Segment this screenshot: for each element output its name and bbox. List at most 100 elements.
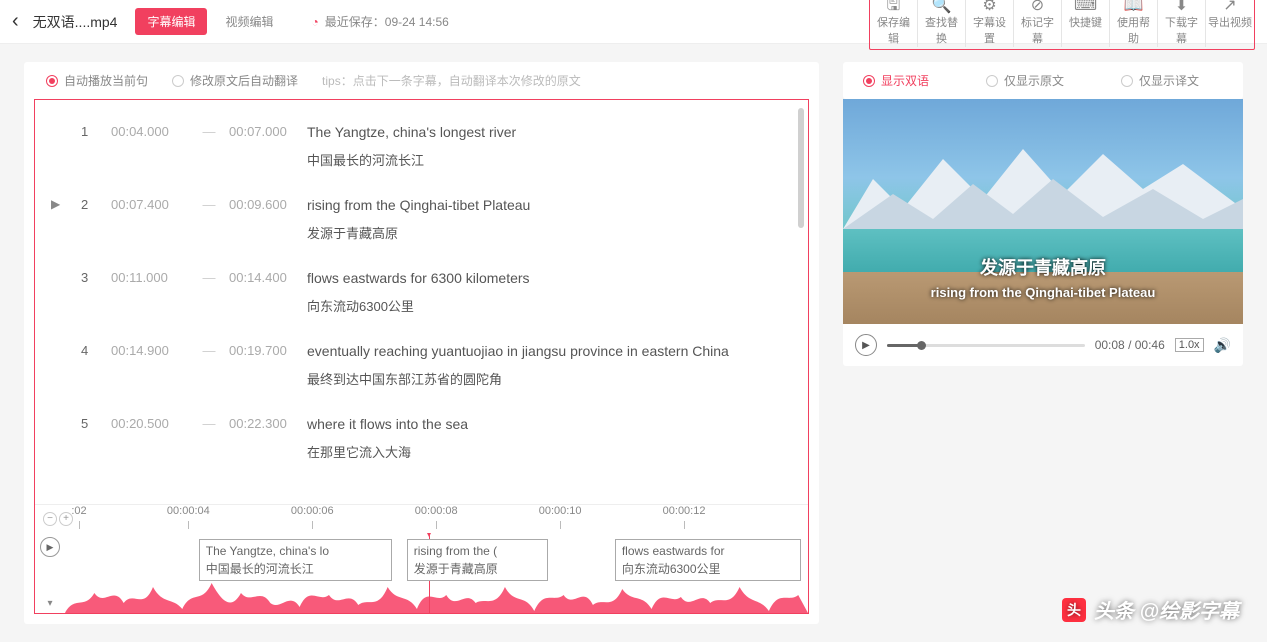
tab-video-edit[interactable]: 视频编辑: [213, 8, 285, 35]
tool-export[interactable]: ↗导出视频: [1206, 0, 1254, 47]
subtitle-row[interactable]: 500:20.500—00:22.300where it flows into …: [51, 404, 792, 477]
options-row: 自动播放当前句 修改原文后自动翻译 tips：点击下一条字幕，自动翻译本次修改的…: [24, 62, 819, 99]
end-time[interactable]: 00:07.000: [229, 124, 307, 139]
subtitle-row[interactable]: ▶200:07.400—00:09.600rising from the Qin…: [51, 185, 792, 258]
time-dash: —: [189, 416, 229, 431]
start-time[interactable]: 00:11.000: [111, 270, 189, 285]
tab-subtitle-edit[interactable]: 字幕编辑: [135, 8, 207, 35]
tool-label: 使用帮助: [1112, 15, 1155, 47]
subtitle-text-en[interactable]: The Yangtze, china's longest river: [307, 124, 772, 140]
subtitle-row[interactable]: 300:11.000—00:14.400flows eastwards for …: [51, 258, 792, 331]
subtitle-text-cn[interactable]: 向东流动6300公里: [307, 296, 772, 315]
tool-download[interactable]: ⬇下载字幕: [1158, 0, 1206, 47]
subtitle-text-cn[interactable]: 发源于青藏高原: [307, 223, 772, 242]
time-dash: —: [189, 270, 229, 285]
time-dash: —: [189, 197, 229, 212]
tool-find[interactable]: 🔍查找替换: [918, 0, 966, 47]
settings-icon: ⚙: [968, 0, 1011, 15]
progress-thumb[interactable]: [917, 341, 926, 350]
start-time[interactable]: 00:14.900: [111, 343, 189, 358]
cue-text-cn: 向东流动6300公里: [622, 560, 794, 578]
tool-tag[interactable]: ⊘标记字幕: [1014, 0, 1062, 47]
timeline-cue[interactable]: flows eastwards for向东流动6300公里: [615, 539, 801, 581]
video-preview[interactable]: 发源于青藏高原 rising from the Qinghai-tibet Pl…: [843, 99, 1243, 324]
tool-keyboard[interactable]: ⌨快捷键: [1062, 0, 1110, 47]
wave-play-button[interactable]: ▶: [40, 537, 60, 557]
subtitle-text-en[interactable]: eventually reaching yuantuojiao in jiang…: [307, 343, 772, 359]
waveform-track[interactable]: The Yangtze, china's lo中国最长的河流长江 rising f…: [65, 533, 808, 613]
tool-help[interactable]: 📖使用帮助: [1110, 0, 1158, 47]
subtitle-text-cn[interactable]: 中国最长的河流长江: [307, 150, 772, 169]
scrollbar[interactable]: [798, 108, 804, 228]
radio-icon: [863, 75, 875, 87]
player-play-button[interactable]: ▶: [855, 334, 877, 356]
wave-dropdown-button[interactable]: ▾: [47, 598, 52, 609]
last-saved-label: 最近保存：: [325, 13, 385, 30]
help-icon: 📖: [1112, 0, 1155, 15]
player-controls: ▶ 00:08 / 00:46 1.0x 🔊: [843, 324, 1243, 366]
row-play-indicator: ▶: [51, 197, 81, 211]
time-display: 00:08 / 00:46: [1095, 338, 1165, 352]
tool-settings[interactable]: ⚙字幕设置: [966, 0, 1014, 47]
subtitle-box: 100:04.000—00:07.000The Yangtze, china's…: [34, 99, 809, 614]
row-index: 3: [81, 270, 111, 285]
row-index: 2: [81, 197, 111, 212]
file-name: 无双语....mp4: [33, 12, 118, 32]
start-time[interactable]: 00:07.400: [111, 197, 189, 212]
watermark-text: 头条 @绘影字幕: [1094, 595, 1239, 624]
back-button[interactable]: ‹: [12, 10, 19, 33]
export-icon: ↗: [1208, 0, 1252, 15]
progress-bar[interactable]: [887, 344, 1085, 347]
end-time[interactable]: 00:09.600: [229, 197, 307, 212]
subtitle-text-en[interactable]: flows eastwards for 6300 kilometers: [307, 270, 772, 286]
playback-speed[interactable]: 1.0x: [1175, 338, 1204, 352]
waveform-row: ▶ ▾ The Yangtze, china's lo中国最长的河流长江 risi…: [35, 533, 808, 613]
tool-label: 保存编辑: [872, 15, 915, 47]
opt-autotranslate[interactable]: 修改原文后自动翻译: [172, 72, 298, 89]
cue-text-en: The Yangtze, china's lo: [206, 542, 385, 560]
subtitle-text-cn[interactable]: 在那里它流入大海: [307, 442, 772, 461]
time-dash: —: [189, 343, 229, 358]
end-time[interactable]: 00:22.300: [229, 416, 307, 431]
opt-autoplay[interactable]: 自动播放当前句: [46, 72, 148, 89]
timeline-ruler[interactable]: :0200:00:0400:00:0600:00:0800:00:1000:00…: [79, 505, 808, 533]
zoom-out-button[interactable]: −: [43, 512, 57, 526]
timeline-zone: − + :0200:00:0400:00:0600:00:0800:00:100…: [35, 504, 808, 613]
subtitle-list[interactable]: 100:04.000 — 00:07.000The Yangtze, china's…: [35, 100, 808, 504]
toolbar: 🖫保存编辑🔍查找替换⚙字幕设置⊘标记字幕⌨快捷键📖使用帮助⬇下载字幕↗导出视频: [869, 0, 1255, 50]
subtitle-row[interactable]: 400:14.900—00:19.700eventually reaching …: [51, 331, 792, 404]
subtitle-text-en[interactable]: rising from the Qinghai-tibet Plateau: [307, 197, 772, 213]
row-index: 5: [81, 416, 111, 431]
tool-label: 查找替换: [920, 15, 963, 47]
opt-show-source[interactable]: 仅显示原文: [986, 72, 1064, 89]
top-bar: ‹ 无双语....mp4 字幕编辑 视频编辑 ◔ 最近保存： 09-24 14:…: [0, 0, 1267, 44]
tool-save[interactable]: 🖫保存编辑: [870, 0, 918, 47]
subtitle-row[interactable]: 100:04.000—00:07.000The Yangtze, china's…: [51, 112, 792, 185]
end-time[interactable]: 00:19.700: [229, 343, 307, 358]
recent-save-icon: ◔: [312, 15, 319, 29]
find-icon: 🔍: [920, 0, 963, 15]
save-icon: 🖫: [872, 0, 915, 15]
start-time[interactable]: 00:20.500: [111, 416, 189, 431]
radio-icon: [986, 75, 998, 87]
opt-show-bilingual[interactable]: 显示双语: [863, 72, 929, 89]
opt-show-translation[interactable]: 仅显示译文: [1121, 72, 1199, 89]
content: 自动播放当前句 修改原文后自动翻译 tips：点击下一条字幕，自动翻译本次修改的…: [0, 44, 1267, 642]
tool-label: 导出视频: [1208, 15, 1252, 31]
timeline-cue[interactable]: rising from the (发源于青藏高原: [407, 539, 548, 581]
subtitle-text-en[interactable]: where it flows into the sea: [307, 416, 772, 432]
progress-fill: [887, 344, 921, 347]
cue-text-en: rising from the (: [414, 542, 541, 560]
tool-label: 下载字幕: [1160, 15, 1203, 47]
start-time[interactable]: 00:04.000: [111, 124, 189, 139]
end-time[interactable]: 00:14.400: [229, 270, 307, 285]
volume-icon[interactable]: 🔊: [1214, 337, 1231, 354]
last-saved: ◔ 最近保存： 09-24 14:56: [312, 13, 449, 30]
cue-text-cn: 中国最长的河流长江: [206, 560, 385, 578]
cue-text-en: flows eastwards for: [622, 542, 794, 560]
preview-subtitle-cn: 发源于青藏高原: [843, 254, 1243, 280]
row-index: 1: [81, 124, 111, 139]
preview-subtitle-en: rising from the Qinghai-tibet Plateau: [843, 285, 1243, 300]
timeline-cue[interactable]: The Yangtze, china's lo中国最长的河流长江: [199, 539, 392, 581]
subtitle-text-cn[interactable]: 最终到达中国东部江苏省的圆陀角: [307, 369, 772, 388]
